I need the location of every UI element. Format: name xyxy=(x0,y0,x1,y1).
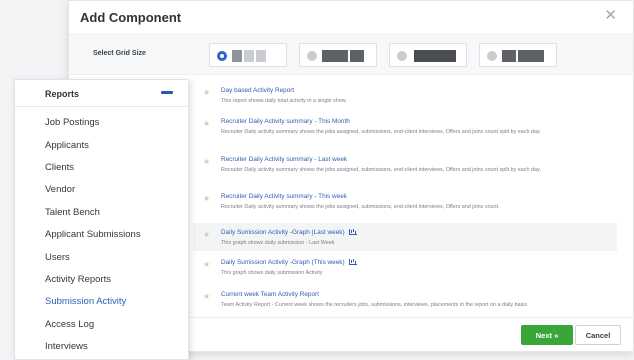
report-item[interactable]: ★ Daily Sumission Activity -Graph (Last … xyxy=(193,223,617,251)
cancel-button[interactable]: Cancel xyxy=(575,325,621,345)
report-title-text[interactable]: Daily Sumission Activity -Graph (This we… xyxy=(221,259,345,266)
menu-item-vendor[interactable]: Vendor xyxy=(45,184,75,195)
reports-menu: Reports Job Postings Applicants Clients … xyxy=(14,79,189,360)
menu-item-applicant-submissions[interactable]: Applicant Submissions xyxy=(45,229,141,240)
menu-item-access-log[interactable]: Access Log xyxy=(45,319,94,330)
report-item[interactable]: ★ Daily Sumission Activity -Graph (This … xyxy=(193,253,617,279)
grid-size-label: Select Grid Size xyxy=(93,50,146,57)
star-icon[interactable]: ★ xyxy=(203,231,210,239)
grid-size-row: Select Grid Size xyxy=(69,35,633,75)
report-item[interactable]: ★ Recruiter Daily Activity summary - Las… xyxy=(193,150,617,184)
grid-column-preview xyxy=(350,50,364,62)
report-description: This graph shows daily submission Activi… xyxy=(221,270,323,276)
grid-column-preview xyxy=(322,50,348,62)
reports-menu-title: Reports xyxy=(45,89,80,99)
report-title[interactable]: Current week Team Activity Report xyxy=(221,291,319,298)
grid-option-radio[interactable] xyxy=(397,51,407,61)
report-title-text[interactable]: Daily Sumission Activity -Graph (Last we… xyxy=(221,229,345,236)
report-description: This graph shows daily submission - Last… xyxy=(221,240,335,246)
graph-icon xyxy=(348,229,357,235)
report-item[interactable]: ★ Recruiter Daily Activity summary - Thi… xyxy=(193,112,617,146)
graph-icon xyxy=(348,259,357,265)
grid-option-3[interactable] xyxy=(389,43,467,67)
report-description: This report shows daily total activity i… xyxy=(221,98,347,104)
report-item[interactable]: ★ Current week Team Activity Report Team… xyxy=(193,285,617,317)
star-icon[interactable]: ★ xyxy=(203,195,210,203)
menu-item-talent-bench[interactable]: Talent Bench xyxy=(45,207,100,218)
star-icon[interactable]: ★ xyxy=(203,158,210,166)
menu-item-users[interactable]: Users xyxy=(45,252,70,263)
report-title[interactable]: Recruiter Daily Activity summary - This … xyxy=(221,193,347,200)
grid-column-preview xyxy=(256,50,266,62)
grid-column-preview xyxy=(518,50,544,62)
report-description: Recruiter Daily activity summary shows t… xyxy=(221,204,500,210)
menu-item-interviews[interactable]: Interviews xyxy=(45,341,88,352)
grid-column-preview xyxy=(414,50,456,62)
close-icon[interactable]: ✕ xyxy=(604,8,617,23)
report-title[interactable]: Recruiter Daily Activity summary - Last … xyxy=(221,156,347,163)
report-description: Recruiter Daily activity summary shows t… xyxy=(221,129,541,135)
report-description: Team Activity Report - Current week show… xyxy=(221,302,528,308)
grid-option-radio[interactable] xyxy=(307,51,317,61)
grid-option-1[interactable] xyxy=(209,43,287,67)
reports-menu-header[interactable]: Reports xyxy=(15,80,188,107)
menu-item-submission-activity[interactable]: Submission Activity xyxy=(45,296,126,307)
menu-item-applicants[interactable]: Applicants xyxy=(45,140,89,151)
grid-column-preview xyxy=(244,50,254,62)
report-title[interactable]: Daily Sumission Activity -Graph (Last we… xyxy=(221,229,357,236)
star-icon[interactable]: ★ xyxy=(203,120,210,128)
star-icon[interactable]: ★ xyxy=(203,261,210,269)
grid-column-preview xyxy=(232,50,242,62)
grid-option-radio[interactable] xyxy=(217,51,227,61)
next-button[interactable]: Next » xyxy=(521,325,573,345)
menu-item-activity-reports[interactable]: Activity Reports xyxy=(45,274,111,285)
grid-option-radio[interactable] xyxy=(487,51,497,61)
grid-option-2[interactable] xyxy=(299,43,377,67)
grid-column-preview xyxy=(502,50,516,62)
report-description: Recruiter Daily activity summary shows t… xyxy=(221,167,541,173)
menu-item-job-postings[interactable]: Job Postings xyxy=(45,117,99,128)
screen: Add Component ✕ Select Grid Size ★ Day b… xyxy=(0,0,634,360)
report-title[interactable]: Daily Sumission Activity -Graph (This we… xyxy=(221,259,357,266)
report-list: ★ Day based Activity Report This report … xyxy=(193,81,617,317)
star-icon[interactable]: ★ xyxy=(203,89,210,97)
report-title[interactable]: Day based Activity Report xyxy=(221,87,294,94)
report-title[interactable]: Recruiter Daily Activity summary - This … xyxy=(221,118,350,125)
modal-title: Add Component xyxy=(80,10,182,25)
report-item[interactable]: ★ Recruiter Daily Activity summary - Thi… xyxy=(193,187,617,223)
modal-header: Add Component ✕ xyxy=(69,1,633,35)
menu-item-clients[interactable]: Clients xyxy=(45,162,74,173)
star-icon[interactable]: ★ xyxy=(203,293,210,301)
collapse-dash-icon[interactable] xyxy=(161,91,173,94)
report-item[interactable]: ★ Day based Activity Report This report … xyxy=(193,81,617,105)
grid-option-4[interactable] xyxy=(479,43,557,67)
